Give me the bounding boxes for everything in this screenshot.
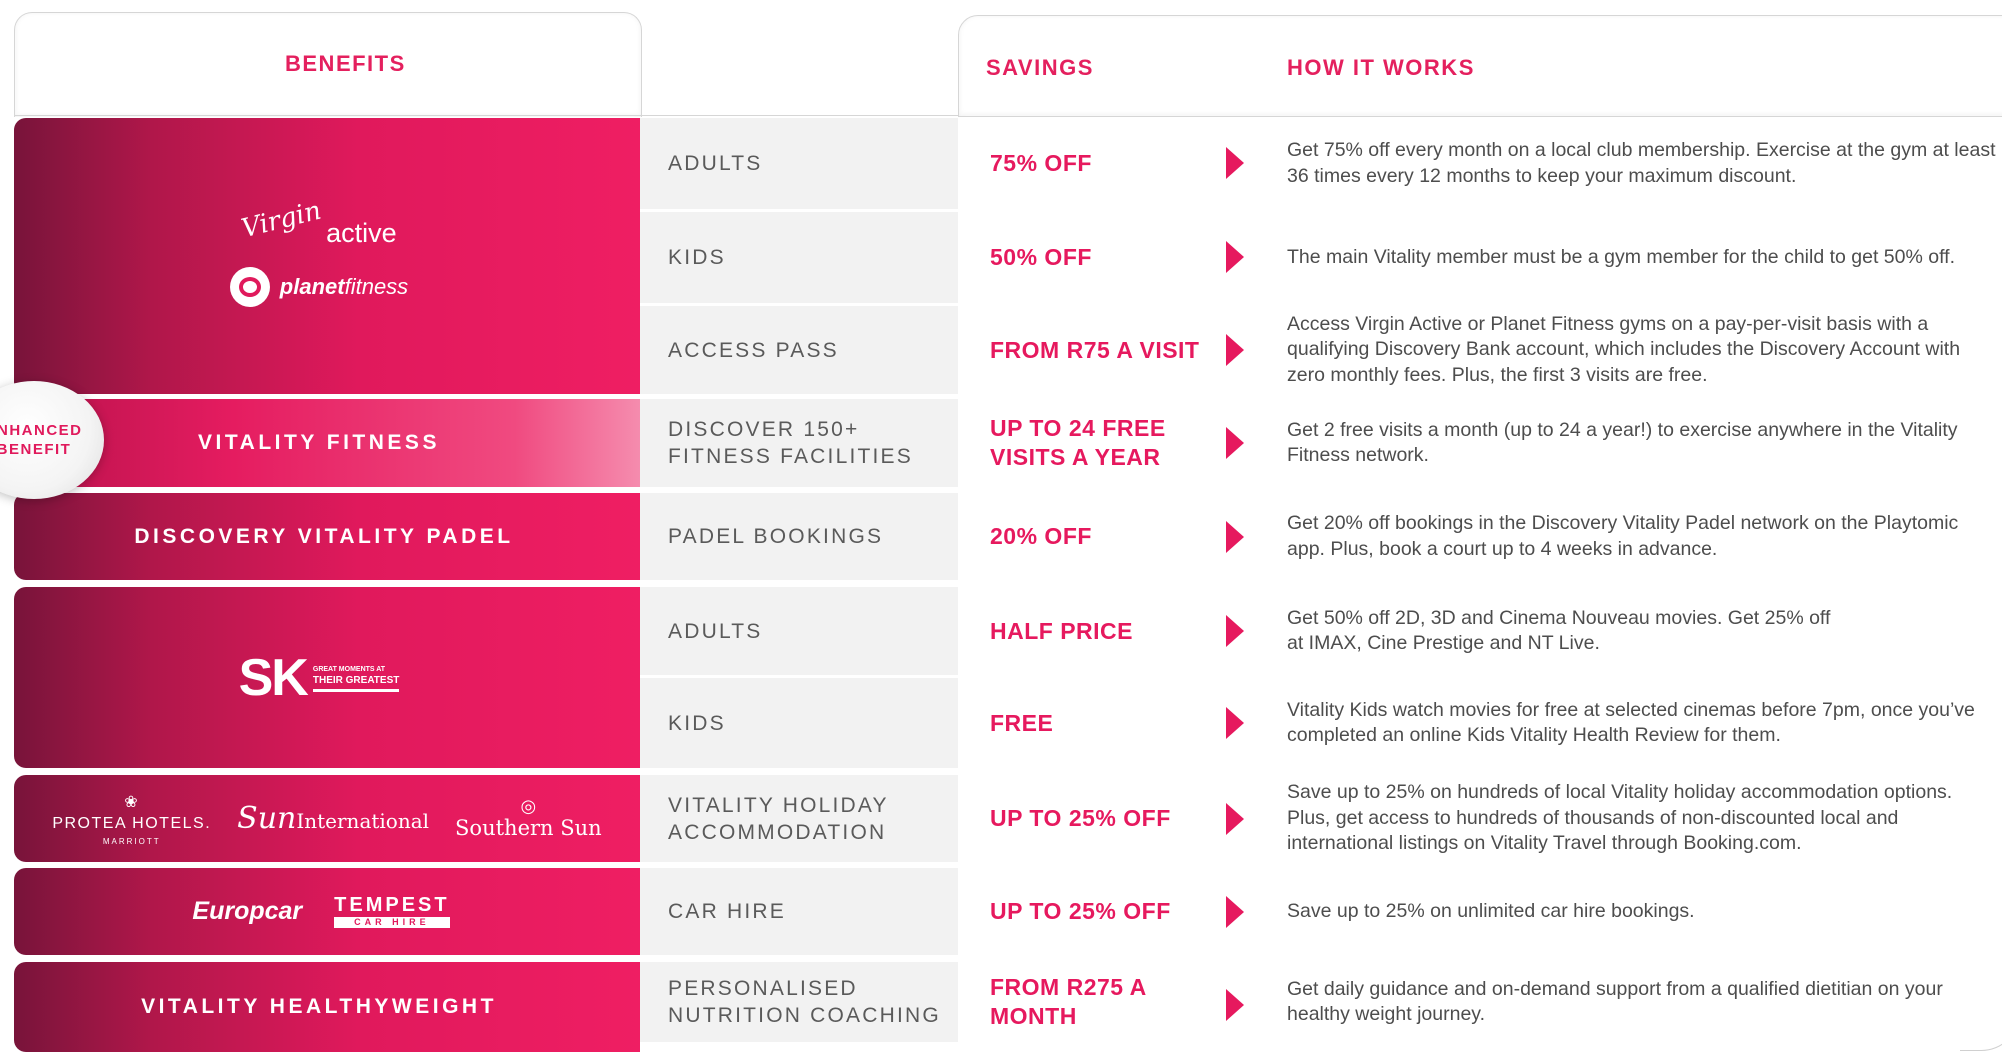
benefits-header: BENEFITS	[14, 12, 642, 117]
savings-value: HALF PRICE	[990, 617, 1133, 644]
how-it-works-text: Save up to 25% on hundreds of local Vita…	[1287, 781, 1953, 855]
savings-value: FREE	[990, 709, 1054, 736]
hotels-block: ❀ PROTEA HOTELS. MARRIOTT SunInternation…	[14, 775, 640, 862]
how-it-works-text: Get 20% off bookings in the Discovery Vi…	[1287, 512, 1959, 560]
benefit-subtype: CAR HIRE	[640, 868, 958, 955]
savings-value: UP TO 25% OFF	[990, 805, 1171, 831]
how-it-works-text: Access Virgin Active or Planet Fitness g…	[1287, 312, 1961, 386]
sun-international-logo: SunInternational	[237, 801, 430, 836]
tempest-logo: TEMPEST CAR HIRE	[334, 893, 450, 928]
benefit-subtype: PADEL BOOKINGS	[640, 493, 958, 580]
benefit-subtype: ADULTS	[640, 118, 958, 209]
planet-fitness-logo: planetfitness	[229, 267, 408, 307]
arrow-right-icon	[1226, 896, 1244, 928]
how-it-works-text: Get 75% off every month on a local club …	[1287, 139, 1996, 187]
arrow-right-icon	[1226, 147, 1244, 179]
arrow-right-icon	[1226, 334, 1244, 366]
arrow-right-icon	[1226, 615, 1244, 647]
virgin-active-logo: Virgin active	[238, 195, 397, 248]
padel-title: DISCOVERY VITALITY PADEL	[134, 524, 514, 548]
savings-value: FROM R275 A MONTH	[990, 974, 1146, 1029]
benefit-subtype: KIDS	[640, 678, 958, 768]
benefit-subtype: DISCOVER 150+ FITNESS FACILITIES	[640, 399, 958, 487]
gym-partners-block: Virgin active planetfitness	[14, 118, 640, 394]
savings-value: 20% OFF	[990, 523, 1092, 549]
benefits-header-label: BENEFITS	[285, 51, 406, 76]
ster-kinekor-logo: SK GREAT MOMENTS AT THEIR GREATEST	[238, 648, 400, 707]
row-divider	[640, 675, 958, 678]
arrow-right-icon	[1226, 707, 1244, 739]
savings-how-header: SAVINGS HOW IT WORKS	[958, 15, 2002, 117]
ster-kinekor-block: SK GREAT MOMENTS AT THEIR GREATEST	[14, 587, 640, 768]
protea-crest-icon: ❀	[124, 793, 140, 811]
benefit-subtype: ACCESS PASS	[640, 306, 958, 394]
benefit-subtype: KIDS	[640, 212, 958, 303]
arrow-right-icon	[1226, 803, 1244, 835]
how-it-works-text: The main Vitality member must be a gym m…	[1287, 245, 1955, 268]
arrow-right-icon	[1226, 989, 1244, 1021]
savings-value: UP TO 24 FREE VISITS A YEAR	[990, 415, 1166, 470]
how-it-works-header-label: HOW IT WORKS	[1287, 55, 1475, 80]
how-it-works-text: Get daily guidance and on-demand support…	[1287, 977, 1943, 1026]
southern-sun-icon: ◎	[520, 795, 537, 817]
savings-value: UP TO 25% OFF	[990, 898, 1171, 924]
europcar-logo: Europcar	[192, 897, 303, 925]
arrow-right-icon	[1226, 241, 1244, 273]
row-divider	[640, 209, 958, 212]
how-it-works-text: Vitality Kids watch movies for free at s…	[1287, 698, 1975, 747]
how-it-works-text: Get 2 free visits a month (up to 24 a ye…	[1287, 418, 1958, 467]
how-it-works-text: Save up to 25% on unlimited car hire boo…	[1287, 899, 1695, 922]
planet-fitness-icon	[229, 267, 270, 307]
benefit-subtype: PERSONALISED NUTRITION COACHING	[640, 962, 958, 1042]
savings-value: 50% OFF	[990, 244, 1092, 270]
benefit-subtype: ADULTS	[640, 587, 958, 675]
savings-header-label: SAVINGS	[986, 55, 1094, 80]
padel-block: DISCOVERY VITALITY PADEL	[14, 493, 640, 580]
savings-value: 75% OFF	[990, 150, 1092, 176]
arrow-right-icon	[1226, 427, 1244, 459]
vitality-fitness-block: VITALITY FITNESS	[14, 399, 640, 487]
row-divider	[640, 303, 958, 306]
benefit-subtype: VITALITY HOLIDAY ACCOMMODATION	[640, 775, 958, 862]
protea-hotels-logo: ❀ PROTEA HOTELS. MARRIOTT	[52, 793, 212, 846]
vitality-fitness-title: VITALITY FITNESS	[198, 431, 440, 454]
car-hire-block: Europcar TEMPEST CAR HIRE	[14, 868, 640, 955]
header-divider	[14, 115, 958, 116]
healthyweight-block: VITALITY HEALTHYWEIGHT	[14, 962, 640, 1052]
arrow-right-icon	[1226, 521, 1244, 553]
savings-value: FROM R75 A VISIT	[990, 336, 1200, 363]
healthyweight-title: VITALITY HEALTHYWEIGHT	[141, 995, 497, 1018]
southern-sun-logo: ◎ Southern Sun	[455, 795, 602, 840]
how-it-works-text: Get 50% off 2D, 3D and Cinema Nouveau mo…	[1287, 606, 1831, 655]
